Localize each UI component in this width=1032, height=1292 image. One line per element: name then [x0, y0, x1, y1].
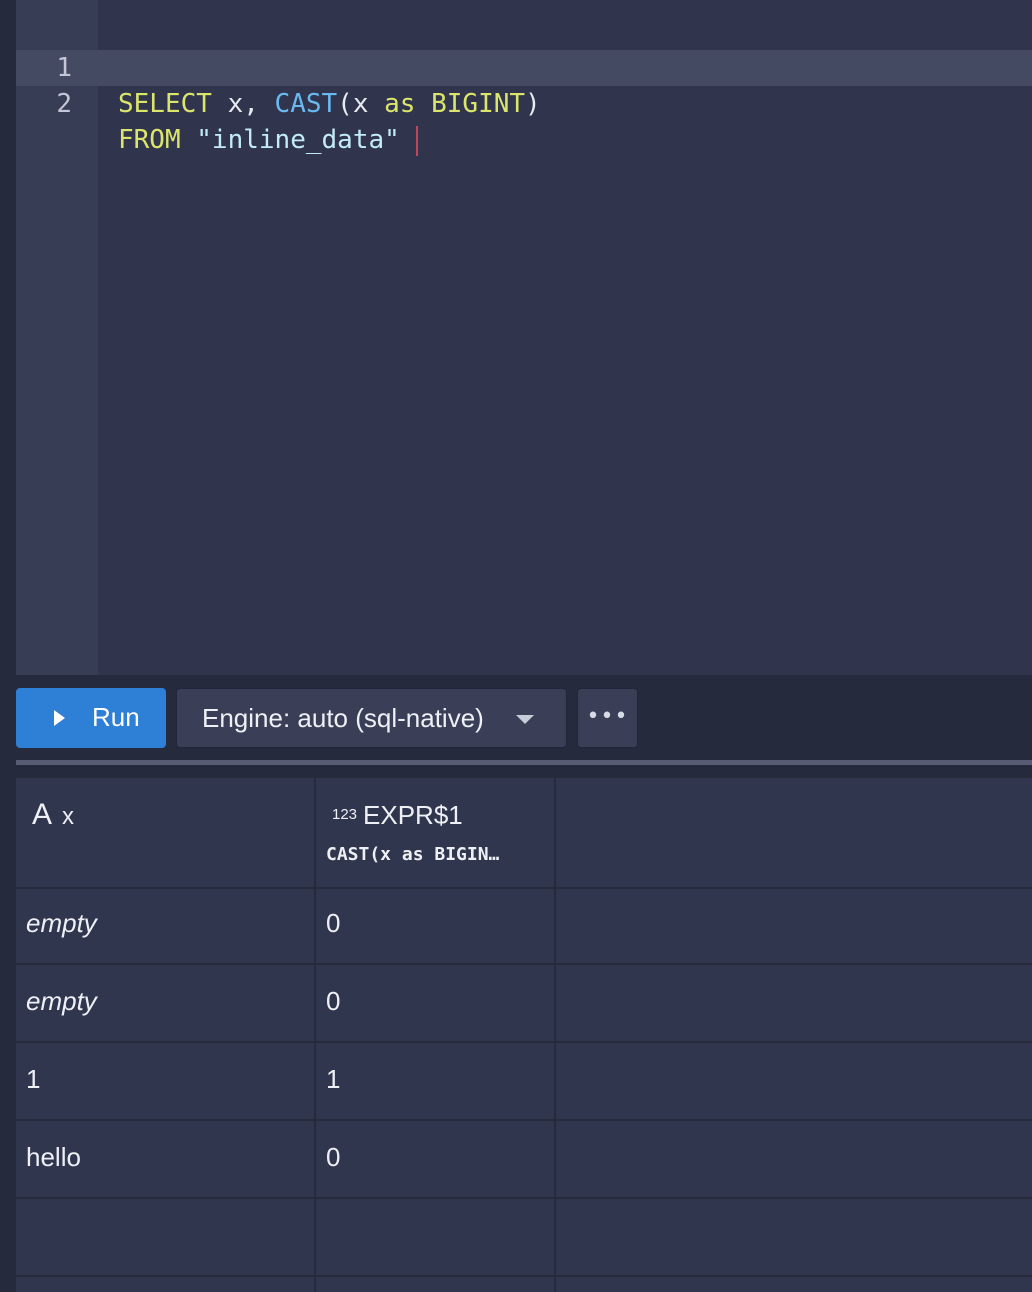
keyword-as: as: [384, 89, 416, 119]
line-code[interactable]: FROM "inline_data": [118, 122, 418, 158]
left-edge: [0, 0, 16, 1292]
row-divider: [16, 963, 1032, 965]
column-header-x[interactable]: Ax: [32, 798, 74, 832]
row-divider: [16, 1275, 1032, 1277]
more-options-button[interactable]: •••: [577, 688, 638, 748]
keyword-select: SELECT: [118, 89, 212, 119]
table-cell: hello: [26, 1142, 81, 1172]
keyword-from: FROM: [118, 125, 181, 155]
line-number: 2: [56, 89, 72, 119]
table-cell: empty: [26, 986, 97, 1016]
text-cursor: [415, 125, 418, 156]
column-name: EXPR$1: [363, 800, 463, 830]
function-cast: CAST: [274, 89, 338, 119]
column-divider[interactable]: [554, 778, 556, 1292]
query-toolbar: Run Engine: auto (sql-native) •••: [16, 675, 1032, 760]
line-code[interactable]: SELECT x, CAST(x as BIGINT): [118, 86, 541, 122]
column-header-expr1[interactable]: 123 EXPR$1: [332, 800, 463, 831]
row-divider: [16, 1119, 1032, 1121]
table-cell: 0: [326, 1142, 341, 1172]
string-literal: "inline_data": [196, 125, 400, 155]
column-name: x: [62, 803, 75, 830]
row-divider: [16, 1197, 1032, 1199]
engine-label: Engine: auto (sql-native): [202, 703, 484, 733]
table-cell: 1: [26, 1064, 41, 1094]
type-bigint: BIGINT: [431, 89, 526, 119]
run-button[interactable]: Run: [16, 688, 166, 748]
code-token: ): [525, 89, 541, 119]
header-divider: [16, 887, 1032, 889]
table-cell: 0: [326, 908, 341, 938]
code-token: (x: [337, 89, 385, 119]
table-cell: empty: [26, 908, 97, 938]
engine-dropdown[interactable]: Engine: auto (sql-native): [176, 688, 567, 748]
results-table: Ax 123 EXPR$1 CAST(x as BIGIN… empty 0 em…: [16, 778, 1032, 1292]
table-cell: 0: [326, 986, 341, 1016]
number-type-icon: 123: [332, 806, 358, 823]
table-cell: 1: [326, 1064, 341, 1094]
run-label: Run: [92, 702, 140, 732]
string-type-icon: A: [32, 798, 53, 831]
sql-editor[interactable]: 1 SELECT x, CAST(x as BIGINT) 2 FROM "in…: [16, 0, 1032, 675]
code-token: x,: [211, 89, 275, 119]
splitter-gap: [16, 765, 1032, 778]
column-expression: CAST(x as BIGIN…: [326, 844, 500, 865]
more-icon: •••: [586, 704, 629, 729]
editor-line-1[interactable]: 1 SELECT x, CAST(x as BIGINT): [16, 14, 1032, 119]
editor-line-2[interactable]: 2 FROM "inline_data": [16, 50, 1032, 156]
chevron-down-icon: [516, 715, 534, 724]
row-divider: [16, 1041, 1032, 1043]
column-divider[interactable]: [314, 778, 316, 1292]
play-icon: [54, 710, 65, 726]
